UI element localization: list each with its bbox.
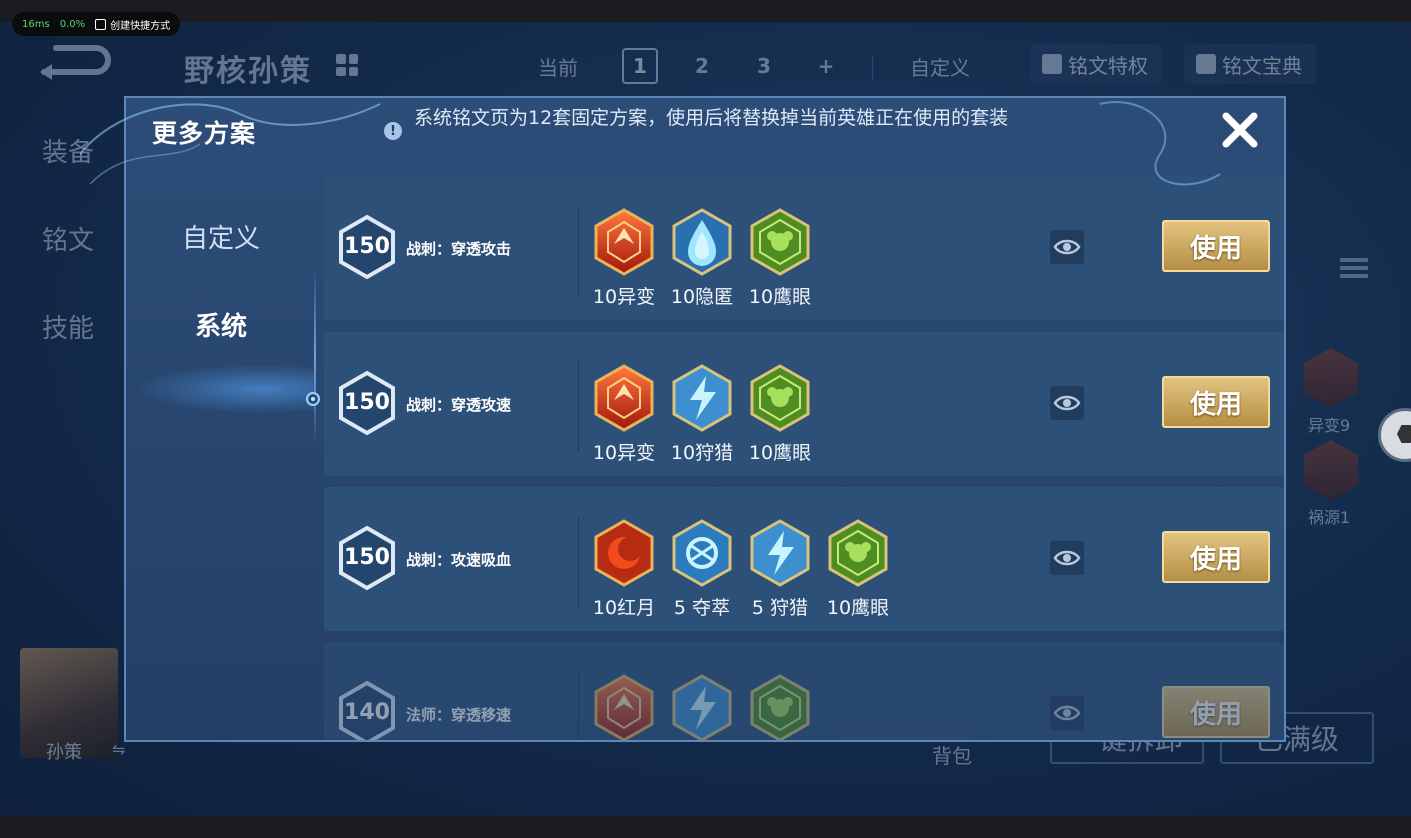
side-tab-equipment[interactable]: 装备 xyxy=(42,132,94,169)
rune-label: 10隐匿 xyxy=(670,286,734,308)
preset-name: 战刺：穿透攻速 xyxy=(406,396,512,414)
rune-label: 5 狩猎 xyxy=(751,597,809,619)
use-preset-button[interactable]: 使用 xyxy=(1162,376,1270,428)
preset-row: 150 战刺：穿透攻击 使用 10异变 10隐匿 10鹰眼 xyxy=(324,176,1284,320)
toolbar-divider xyxy=(872,56,873,80)
hero-title: 野核孙策 xyxy=(184,54,312,89)
hero-avatar-name: 孙策 xyxy=(46,742,82,763)
red-moon-rune-icon xyxy=(594,519,654,587)
nav-active-glow xyxy=(136,364,316,414)
floating-settings-button[interactable] xyxy=(1378,408,1411,462)
preset-row: 150 战刺：穿透攻速 使用 10异变 10狩猎 10鹰眼 xyxy=(324,332,1284,476)
preview-eye-icon[interactable] xyxy=(1050,386,1084,420)
rune-label: 10鹰眼 xyxy=(826,597,890,619)
rune-page-2-button[interactable]: 2 xyxy=(684,48,720,84)
privilege-label: 铭文特权 xyxy=(1068,53,1148,78)
blue-drop-rune-icon xyxy=(672,208,732,276)
right-rune-source-label: 祸源1 xyxy=(1308,508,1351,527)
preset-level: 150 xyxy=(344,545,390,570)
rune-codex-button[interactable]: 铭文宝典 xyxy=(1184,44,1316,84)
preset-name: 法师：穿透移速 xyxy=(406,706,512,724)
bag-label[interactable]: 背包 xyxy=(932,740,972,769)
preset-row: 140 法师：穿透移速 使用 xyxy=(324,642,1284,740)
close-icon[interactable] xyxy=(1218,108,1262,152)
rune-page-1-button[interactable]: 1 xyxy=(622,48,658,84)
codex-label: 铭文宝典 xyxy=(1222,53,1302,78)
preset-nav: 自定义 系统 xyxy=(126,176,320,740)
rune-label: 10鹰眼 xyxy=(748,286,812,308)
custom-button[interactable]: 自定义 xyxy=(910,52,970,81)
codex-icon xyxy=(1196,54,1216,74)
window-top-bar xyxy=(0,0,1411,22)
red-rune-icon xyxy=(594,208,654,276)
green-rune-icon xyxy=(750,364,810,432)
grid-icon[interactable] xyxy=(336,54,358,76)
preset-level: 150 xyxy=(344,234,390,259)
preset-row: 150 战刺：攻速吸血 使用 10红月 5 夺萃 5 狩猎 10鹰眼 xyxy=(324,487,1284,631)
use-preset-button[interactable]: 使用 xyxy=(1162,531,1270,583)
rune-label: 10异变 xyxy=(592,286,656,308)
preset-list: 150 战刺：穿透攻击 使用 10异变 10隐匿 10鹰眼 150 战刺：穿透攻速 使用 10异变… xyxy=(324,176,1284,740)
side-tab-runes[interactable]: 铭文 xyxy=(42,220,94,257)
shortcut-icon xyxy=(95,18,107,30)
more-presets-dialog: 更多方案 ! 系统铭文页为12套固定方案，使用后将替换掉当前英雄正在使用的套装 … xyxy=(124,96,1286,742)
nav-tab-system[interactable]: 系统 xyxy=(126,306,316,343)
blue-bolt-rune-icon xyxy=(672,364,732,432)
rune-label: 10异变 xyxy=(592,442,656,464)
cpu-usage: 0.0% xyxy=(59,18,86,30)
red-rune-icon xyxy=(594,364,654,432)
perf-overlay: 16ms 0.0% 创建快捷方式 xyxy=(12,12,181,36)
current-page-label: 当前 xyxy=(538,56,578,80)
use-preset-button[interactable]: 使用 xyxy=(1162,686,1270,738)
rune-label: 10红月 xyxy=(592,597,656,619)
row-separator xyxy=(578,517,579,607)
blue-bolt-rune-icon xyxy=(750,519,810,587)
nav-tab-custom[interactable]: 自定义 xyxy=(126,218,316,255)
row-separator xyxy=(578,672,579,740)
green-rune-icon xyxy=(750,674,810,740)
create-shortcut-button[interactable]: 创建快捷方式 xyxy=(95,17,170,32)
preview-eye-icon[interactable] xyxy=(1050,230,1084,264)
add-page-button[interactable]: + xyxy=(808,48,844,84)
info-icon: ! xyxy=(384,122,402,140)
preview-eye-icon[interactable] xyxy=(1050,541,1084,575)
rune-label: 10鹰眼 xyxy=(748,442,812,464)
preset-level: 140 xyxy=(344,700,390,725)
dialog-title: 更多方案 xyxy=(152,119,257,148)
preview-eye-icon[interactable] xyxy=(1050,696,1084,730)
green-rune-icon xyxy=(750,208,810,276)
right-rune-mutation-icon xyxy=(1304,348,1358,408)
rune-label: 10狩猎 xyxy=(670,442,734,464)
side-tab-skills[interactable]: 技能 xyxy=(42,308,94,345)
preset-name: 战刺：攻速吸血 xyxy=(406,551,512,569)
green-rune-icon xyxy=(828,519,888,587)
row-separator xyxy=(578,206,579,296)
list-icon[interactable] xyxy=(1340,258,1368,286)
nav-active-dot xyxy=(306,392,320,406)
nav-divider xyxy=(314,266,316,446)
use-preset-button[interactable]: 使用 xyxy=(1162,220,1270,272)
frame-time: 16ms xyxy=(22,18,50,30)
dialog-notice: 系统铭文页为12套固定方案，使用后将替换掉当前英雄正在使用的套装 xyxy=(414,107,1009,129)
rune-label: 5 夺萃 xyxy=(673,597,731,619)
privilege-icon xyxy=(1042,54,1062,74)
red-rune-icon xyxy=(594,674,654,740)
window-bottom-bar xyxy=(0,816,1411,838)
rune-page-3-button[interactable]: 3 xyxy=(746,48,782,84)
blue-bolt-rune-icon xyxy=(672,674,732,740)
right-rune-mutation-label: 异变9 xyxy=(1308,416,1351,435)
blue-knot-rune-icon xyxy=(672,519,732,587)
preset-level: 150 xyxy=(344,390,390,415)
preset-name: 战刺：穿透攻击 xyxy=(406,240,512,258)
row-separator xyxy=(578,362,579,452)
swap-icon[interactable]: ⇋ xyxy=(112,740,125,759)
right-rune-source-icon xyxy=(1304,440,1358,500)
back-arrow-icon[interactable] xyxy=(36,42,112,82)
rune-privilege-button[interactable]: 铭文特权 xyxy=(1030,44,1162,84)
create-shortcut-label: 创建快捷方式 xyxy=(110,20,171,32)
